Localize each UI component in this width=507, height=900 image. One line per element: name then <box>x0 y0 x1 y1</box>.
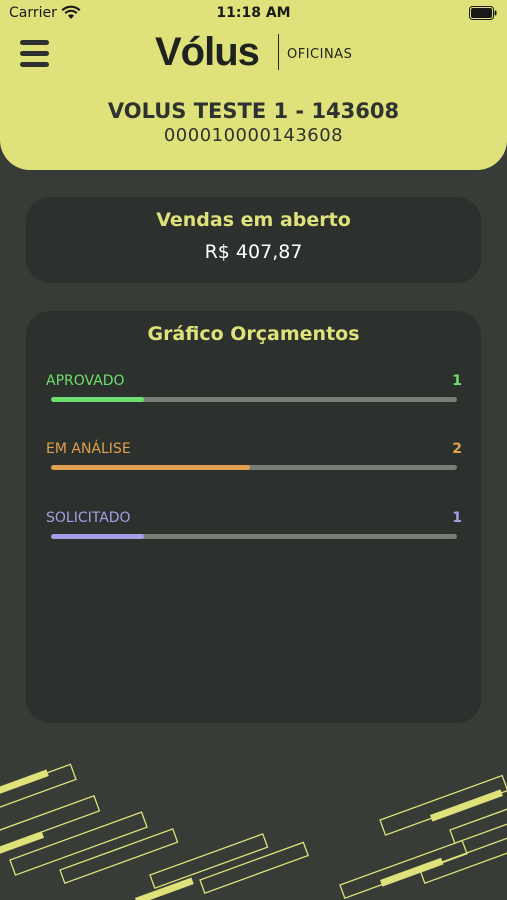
account-name: VOLUS TESTE 1 - 143608 <box>107 99 400 123</box>
bar-count: 2 <box>452 441 462 457</box>
budget-chart-card: Gráfico Orçamentos APROVADO 1 EM ANÁLISE… <box>26 311 481 723</box>
bar-label: SOLICITADO <box>46 510 131 526</box>
menu-bar <box>20 40 49 45</box>
logo-word: Vólus <box>155 30 260 74</box>
decorative-stripes <box>0 763 507 900</box>
chart-row-in-analysis[interactable]: EM ANÁLISE 2 <box>46 441 462 481</box>
bar-label: APROVADO <box>46 373 125 389</box>
logo-subtext: OFICINAS <box>287 47 353 62</box>
menu-bar <box>20 62 49 67</box>
open-sales-title: Vendas em aberto <box>156 209 351 231</box>
menu-button[interactable] <box>20 40 50 70</box>
status-time: 11:18 AM <box>216 5 291 21</box>
chart-row-requested[interactable]: SOLICITADO 1 <box>46 510 462 550</box>
bar-count: 1 <box>452 510 462 526</box>
bar-count: 1 <box>452 373 462 389</box>
battery-icon <box>469 6 497 24</box>
bar-label: EM ANÁLISE <box>46 441 131 457</box>
bar-track <box>51 465 457 470</box>
open-sales-value: R$ 407,87 <box>204 241 303 263</box>
budget-chart-title: Gráfico Orçamentos <box>147 323 360 345</box>
account-number: 000010000143608 <box>163 125 344 146</box>
chart-row-approved[interactable]: APROVADO 1 <box>46 373 462 413</box>
bar-fill <box>51 534 145 539</box>
menu-bar <box>20 51 49 56</box>
bar-fill <box>51 465 250 470</box>
bar-fill <box>51 397 145 402</box>
header: Carrier 11:18 AM Vólus OFICINAS VOLUS TE… <box>0 0 507 170</box>
open-sales-card[interactable]: Vendas em aberto R$ 407,87 <box>26 197 481 283</box>
bar-track <box>51 397 457 402</box>
status-bar: Carrier 11:18 AM <box>0 0 507 28</box>
logo-divider <box>278 34 279 70</box>
bar-track <box>51 534 457 539</box>
